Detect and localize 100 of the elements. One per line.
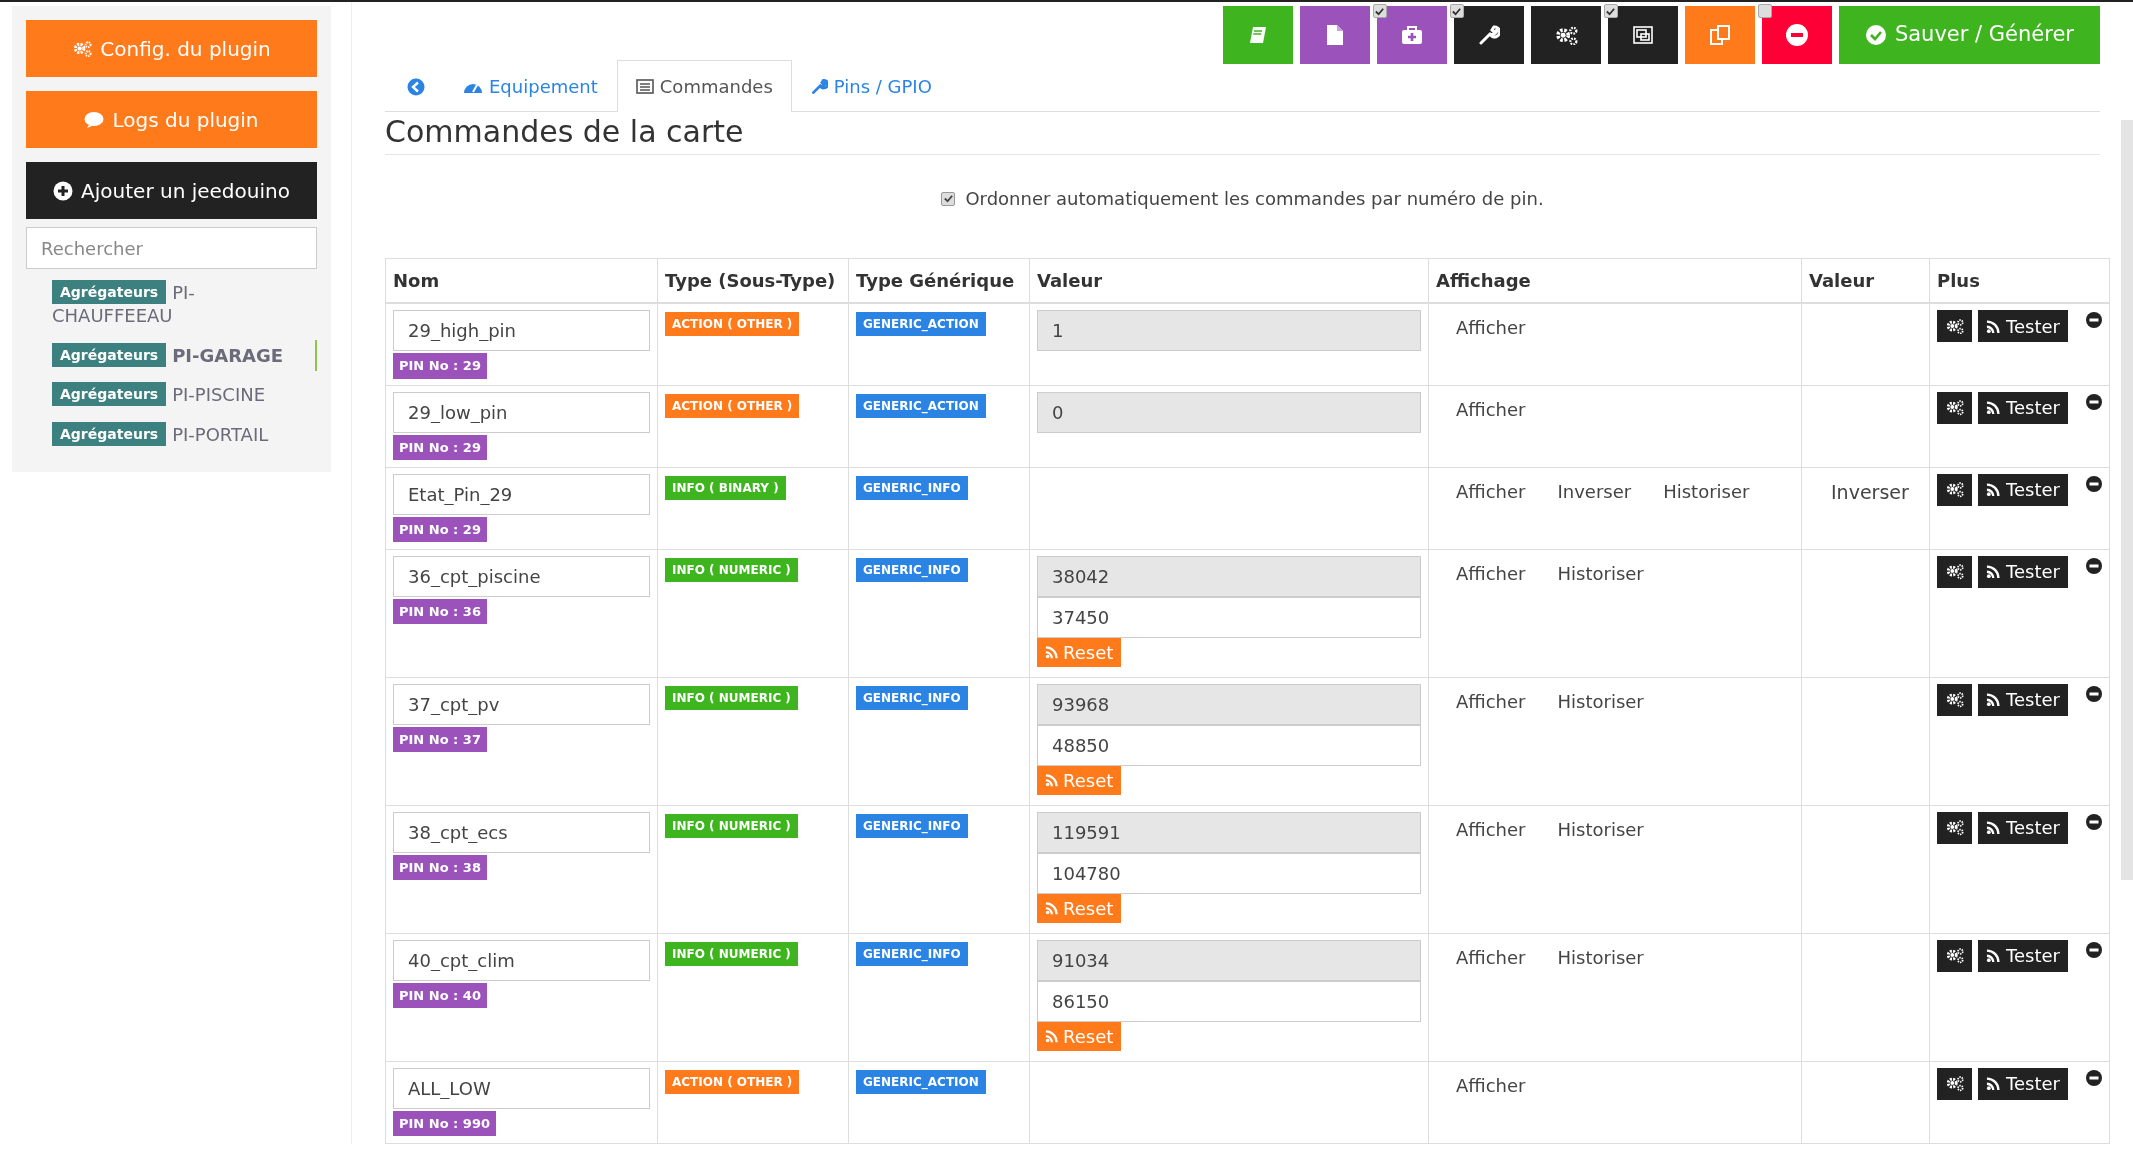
type-label: INFO ( NUMERIC )	[665, 941, 798, 966]
checkbox[interactable]	[941, 191, 956, 206]
generic-type-label: GENERIC_INFO	[856, 475, 968, 500]
minus-circle-icon[interactable]	[2086, 941, 2102, 958]
test-button[interactable]: Tester	[1978, 811, 2068, 844]
test-button[interactable]: Tester	[1978, 1067, 2068, 1100]
test-button[interactable]: Tester	[1978, 555, 2068, 588]
column-header: Nom	[385, 258, 658, 303]
generic-type-label: GENERIC_INFO	[856, 813, 968, 838]
settings-button[interactable]	[1937, 683, 1972, 716]
test-button[interactable]: Tester	[1978, 391, 2068, 424]
value-field[interactable]: 1	[1037, 310, 1421, 351]
generic-type-label: GENERIC_INFO	[856, 941, 968, 966]
type-label: ACTION ( OTHER )	[665, 393, 800, 418]
counter-field[interactable]: 37450	[1037, 596, 1421, 638]
gears-icon	[72, 40, 93, 57]
name-field[interactable]: 29_low_pin	[393, 391, 650, 433]
value-field[interactable]: 0	[1037, 391, 1421, 433]
rss-icon	[1986, 482, 2001, 497]
check-circle-icon	[1864, 24, 1887, 46]
value-field[interactable]: 93968	[1037, 683, 1421, 725]
name-field[interactable]: 29_high_pin	[393, 310, 650, 351]
rss-icon	[1986, 692, 2001, 707]
sidebar-item[interactable]: $^{Agrégateurs}$ PI-CHAUFFEEAU	[26, 277, 317, 332]
toolbar-button[interactable]	[1453, 6, 1524, 64]
frame-icon	[1630, 24, 1655, 46]
plus-circle-icon	[53, 180, 74, 201]
minus-circle-icon[interactable]	[2086, 813, 2102, 830]
pin-label: PIN No : 29	[393, 434, 487, 460]
type-label: INFO ( NUMERIC )	[665, 685, 798, 710]
counter-field[interactable]: 86150	[1037, 980, 1421, 1022]
gears-icon	[1553, 24, 1578, 46]
arrow-left-circle-icon	[407, 77, 425, 96]
option-label: Afficher	[1456, 1073, 1526, 1098]
tab[interactable]: Commandes	[616, 60, 792, 112]
name-field[interactable]: 40_cpt_clim	[393, 939, 650, 981]
option-label: Inverser	[1830, 479, 1910, 505]
minus-circle-icon[interactable]	[2086, 475, 2102, 492]
toolbar-checkbox[interactable]	[1372, 4, 1387, 18]
tab[interactable]: Equipement	[444, 60, 617, 112]
type-label: INFO ( NUMERIC )	[665, 813, 798, 838]
sidebar-item[interactable]: $^{Agrégateurs}$ PI-PORTAIL	[26, 418, 317, 450]
option-label: Afficher	[1456, 689, 1526, 714]
type-label: INFO ( NUMERIC )	[665, 557, 798, 582]
pin-label: PIN No : 990	[393, 1110, 496, 1136]
sidebar-button[interactable]: Ajouter un jeedouino	[26, 162, 317, 219]
value-field[interactable]: 38042	[1037, 555, 1421, 597]
sidebar-item[interactable]: $^{Agrégateurs}$ PI-PISCINE	[26, 379, 317, 411]
settings-button[interactable]	[1937, 1067, 1972, 1100]
settings-button[interactable]	[1937, 939, 1972, 972]
rss-icon	[1986, 564, 2001, 579]
search-field[interactable]: Rechercher	[26, 227, 317, 269]
minus-circle-icon[interactable]	[2086, 685, 2102, 702]
settings-button[interactable]	[1937, 473, 1972, 506]
value-field[interactable]: 91034	[1037, 939, 1421, 981]
sidebar-item[interactable]: $^{Agrégateurs}$ PI-GARAGE	[26, 339, 317, 372]
test-button[interactable]: Tester	[1978, 939, 2068, 972]
rss-icon	[1045, 645, 1059, 659]
name-field[interactable]: 38_cpt_ecs	[393, 811, 650, 853]
copy-icon	[1708, 24, 1731, 46]
name-field[interactable]: 37_cpt_pv	[393, 683, 650, 725]
gears-icon	[1945, 819, 1964, 836]
toolbar-checkbox[interactable]	[1757, 4, 1772, 18]
settings-button[interactable]	[1937, 310, 1972, 342]
counter-field[interactable]: 48850	[1037, 724, 1421, 766]
option-label: Afficher	[1456, 945, 1526, 970]
test-button[interactable]: Tester	[1978, 473, 2068, 506]
pin-label: PIN No : 36	[393, 598, 487, 624]
test-button[interactable]: Tester	[1978, 310, 2068, 342]
test-button[interactable]: Tester	[1978, 683, 2068, 716]
name-field[interactable]: ALL_LOW	[393, 1067, 650, 1109]
option-label: Historiser	[1557, 689, 1644, 714]
gears-icon	[1945, 317, 1964, 335]
settings-button[interactable]	[1937, 391, 1972, 424]
settings-button[interactable]	[1937, 811, 1972, 844]
value-field[interactable]: 119591	[1037, 811, 1421, 853]
name-field[interactable]: 36_cpt_piscine	[393, 555, 650, 597]
toolbar-button[interactable]	[1530, 6, 1601, 64]
option-label: Inverser	[1557, 479, 1632, 504]
settings-button[interactable]	[1937, 555, 1972, 588]
pin-label: PIN No : 40	[393, 982, 487, 1008]
minus-circle-icon[interactable]	[2086, 557, 2102, 574]
pin-label: PIN No : 37	[393, 726, 487, 752]
gears-icon	[1945, 563, 1964, 580]
toolbar-button[interactable]	[1607, 6, 1678, 64]
option-label: Afficher	[1456, 316, 1526, 340]
name-field[interactable]: Etat_Pin_29	[393, 473, 650, 515]
scrollbar[interactable]	[2121, 120, 2133, 880]
column-header: Type Générique	[848, 258, 1030, 303]
medkit-icon	[1400, 25, 1423, 45]
minus-circle-icon[interactable]	[2086, 393, 2102, 410]
minus-circle-icon[interactable]	[2086, 312, 2102, 328]
rss-icon	[1045, 773, 1059, 787]
generic-type-label: GENERIC_INFO	[856, 685, 968, 710]
toolbar-checkbox[interactable]	[1603, 4, 1618, 18]
minus-circle-icon[interactable]	[2086, 1069, 2102, 1086]
generic-type-label: GENERIC_ACTION	[856, 1069, 986, 1094]
counter-field[interactable]: 104780	[1037, 852, 1421, 894]
toolbar-checkbox[interactable]	[1449, 4, 1464, 18]
tab[interactable]: Pins / GPIO	[791, 60, 951, 112]
